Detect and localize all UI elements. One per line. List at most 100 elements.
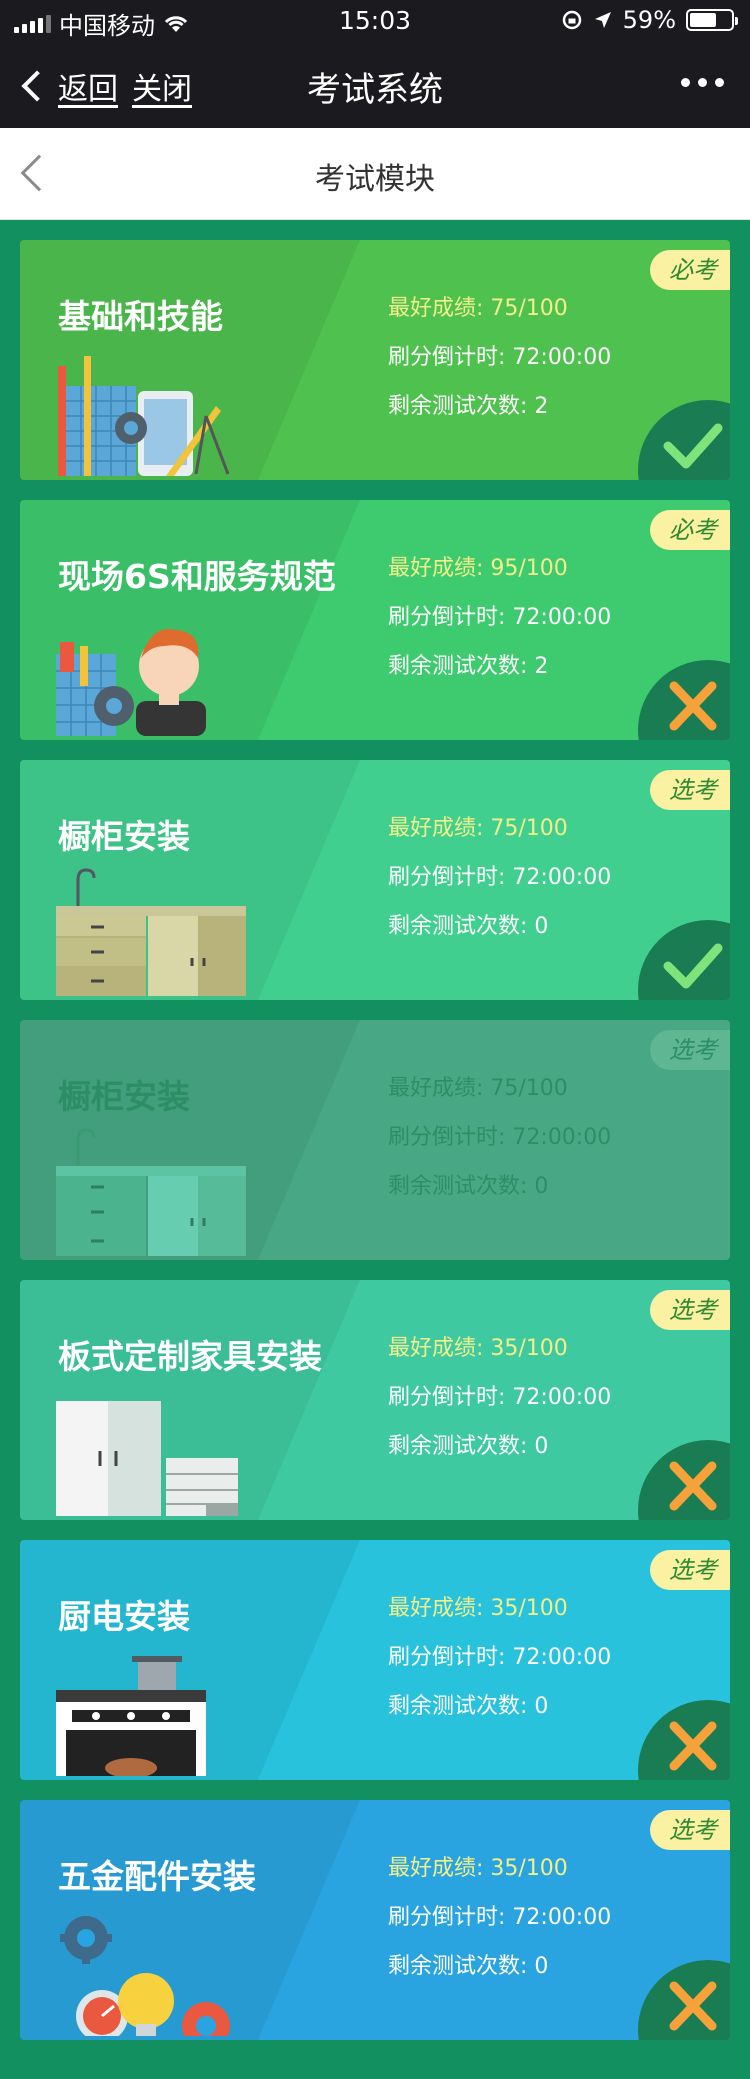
remaining-value: 2: [534, 394, 549, 419]
cross-icon: [669, 1461, 717, 1511]
remaining-value: 0: [534, 914, 549, 939]
countdown-value: 72:00:00: [512, 865, 612, 890]
wechat-nav: 返回 关闭 考试系统: [0, 42, 750, 128]
module-name: 五金配件安装: [58, 1857, 256, 1896]
module-card[interactable]: 板式定制家具安装 最好成绩: 35/100 刷分倒计时: 72:00:00 剩余测试次…: [20, 1280, 730, 1520]
exam-type-badge: 必考: [650, 250, 730, 290]
remaining-attempts: 剩余测试次数: 2: [388, 642, 611, 691]
remaining-attempts: 剩余测试次数: 0: [388, 902, 611, 951]
cross-icon: [669, 1981, 717, 2031]
countdown-value: 72:00:00: [512, 1125, 612, 1150]
module-name: 板式定制家具安装: [58, 1337, 322, 1376]
battery-icon: [686, 9, 738, 31]
module-card[interactable]: 厨电安装 最好成绩: 35/100 刷分倒计时: 72:00:00 剩余测试次数: 0…: [20, 1540, 730, 1780]
module-card[interactable]: 现场6S和服务规范 最好成绩: 95/100 刷分倒计时: 72:00:00 剩余测试…: [20, 500, 730, 740]
best-score: 最好成绩: 75/100: [388, 804, 611, 853]
best-value: 35/100: [490, 1596, 568, 1621]
module-card[interactable]: 橱柜安装 最好成绩: 75/100 刷分倒计时: 72:00:00 剩余测试次数: 0…: [20, 760, 730, 1000]
module-name: 橱柜安装: [58, 817, 190, 856]
module-illustration: [56, 1386, 246, 1520]
countdown-label: 刷分倒计时:: [388, 1385, 513, 1410]
remaining-attempts: 剩余测试次数: 0: [388, 1422, 611, 1471]
module-stats: 最好成绩: 35/100 刷分倒计时: 72:00:00 剩余测试次数: 0: [388, 1324, 611, 1471]
location-icon: [594, 12, 611, 28]
best-label: 最好成绩:: [388, 1856, 491, 1881]
countdown-value: 72:00:00: [512, 1385, 612, 1410]
best-score: 最好成绩: 95/100: [388, 544, 611, 593]
status-bar: 中国移动 15:03 59%: [0, 0, 750, 42]
best-label: 最好成绩:: [388, 1596, 491, 1621]
remaining-label: 剩余测试次数:: [388, 654, 535, 679]
module-stats: 最好成绩: 75/100 刷分倒计时: 72:00:00 剩余测试次数: 0: [388, 1064, 611, 1211]
cross-icon: [669, 1721, 717, 1771]
page-header: 考试模块: [0, 128, 750, 220]
countdown: 刷分倒计时: 72:00:00: [388, 593, 611, 642]
rotation-lock-icon: [562, 10, 581, 30]
countdown: 刷分倒计时: 72:00:00: [388, 1113, 611, 1162]
check-icon: [663, 943, 723, 989]
countdown-value: 72:00:00: [512, 1905, 612, 1930]
countdown: 刷分倒计时: 72:00:00: [388, 1893, 611, 1942]
countdown-value: 72:00:00: [512, 1645, 612, 1670]
best-score: 最好成绩: 75/100: [388, 1064, 611, 1113]
best-score: 最好成绩: 35/100: [388, 1584, 611, 1633]
countdown-label: 刷分倒计时:: [388, 605, 513, 630]
module-illustration: [56, 866, 246, 1000]
best-value: 95/100: [490, 556, 568, 581]
countdown: 刷分倒计时: 72:00:00: [388, 853, 611, 902]
remaining-label: 剩余测试次数:: [388, 1694, 535, 1719]
module-stats: 最好成绩: 95/100 刷分倒计时: 72:00:00 剩余测试次数: 2: [388, 544, 611, 691]
remaining-label: 剩余测试次数:: [388, 1954, 535, 1979]
nav-title: 考试系统: [307, 70, 443, 110]
exam-type-badge: 选考: [650, 1290, 730, 1330]
countdown-label: 刷分倒计时:: [388, 1905, 513, 1930]
countdown: 刷分倒计时: 72:00:00: [388, 333, 611, 382]
best-label: 最好成绩:: [388, 556, 491, 581]
status-right: 59%: [561, 6, 738, 34]
countdown-value: 72:00:00: [512, 605, 612, 630]
module-card[interactable]: 基础和技能 最好成绩: 75/100 刷分倒计时: 72:00:00 剩余测试次数: …: [20, 240, 730, 480]
module-illustration: [56, 1912, 246, 2040]
countdown-label: 刷分倒计时:: [388, 345, 513, 370]
best-score: 最好成绩: 35/100: [388, 1844, 611, 1893]
best-score: 最好成绩: 35/100: [388, 1324, 611, 1373]
module-card[interactable]: 五金配件安装 最好成绩: 35/100 刷分倒计时: 72:00:00 剩余测试次数:…: [20, 1800, 730, 2040]
exam-type-badge: 选考: [650, 1550, 730, 1590]
remaining-value: 0: [534, 1694, 549, 1719]
countdown-label: 刷分倒计时:: [388, 865, 513, 890]
countdown-label: 刷分倒计时:: [388, 1125, 513, 1150]
module-illustration: [56, 356, 246, 480]
countdown: 刷分倒计时: 72:00:00: [388, 1373, 611, 1422]
module-name: 基础和技能: [58, 297, 223, 336]
exam-type-badge: 选考: [650, 770, 730, 810]
top-bar: 中国移动 15:03 59% 返回 关闭 考试系统: [0, 0, 750, 128]
remaining-label: 剩余测试次数:: [388, 914, 535, 939]
check-icon: [663, 423, 723, 469]
best-value: 35/100: [490, 1336, 568, 1361]
module-name: 现场6S和服务规范: [58, 557, 336, 596]
countdown: 刷分倒计时: 72:00:00: [388, 1633, 611, 1682]
remaining-value: 0: [534, 1174, 549, 1199]
best-value: 35/100: [490, 1856, 568, 1881]
remaining-value: 2: [534, 654, 549, 679]
module-stats: 最好成绩: 35/100 刷分倒计时: 72:00:00 剩余测试次数: 0: [388, 1584, 611, 1731]
module-stats: 最好成绩: 75/100 刷分倒计时: 72:00:00 剩余测试次数: 0: [388, 804, 611, 951]
best-value: 75/100: [490, 816, 568, 841]
module-illustration: [56, 616, 246, 740]
remaining-attempts: 剩余测试次数: 0: [388, 1942, 611, 1991]
remaining-label: 剩余测试次数:: [388, 1434, 535, 1459]
dot-icon: [715, 78, 724, 87]
module-name: 厨电安装: [58, 1597, 190, 1636]
best-value: 75/100: [490, 296, 568, 321]
remaining-attempts: 剩余测试次数: 2: [388, 382, 611, 431]
countdown-label: 刷分倒计时:: [388, 1645, 513, 1670]
more-button[interactable]: [681, 78, 724, 87]
dot-icon: [698, 78, 707, 87]
remaining-value: 0: [534, 1954, 549, 1979]
remaining-attempts: 剩余测试次数: 0: [388, 1682, 611, 1731]
remaining-label: 剩余测试次数:: [388, 1174, 535, 1199]
module-name: 橱柜安装: [58, 1077, 190, 1116]
module-illustration: [56, 1126, 246, 1260]
exam-type-badge: 选考: [650, 1030, 730, 1070]
remaining-value: 0: [534, 1434, 549, 1459]
